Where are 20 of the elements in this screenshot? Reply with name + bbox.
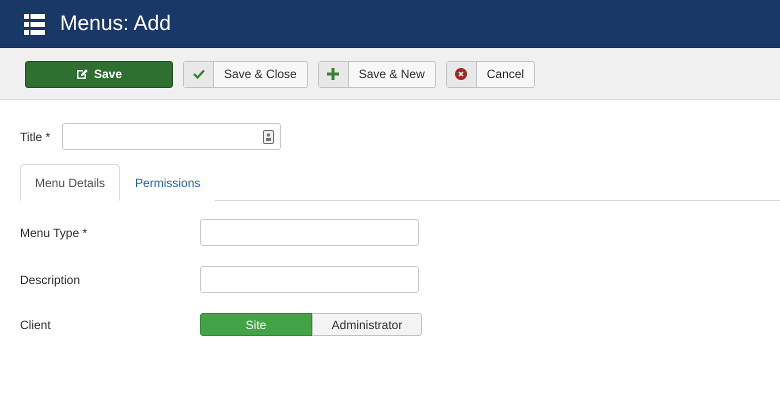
cancel-icon [455,68,468,80]
toggle-option[interactable]: Administrator [312,313,422,336]
field-label: Client [20,318,52,332]
check-icon [192,69,204,79]
contact-card-icon [263,130,274,144]
field-label: Menu Type * [20,226,88,240]
tab[interactable]: Menu Details [20,164,120,201]
plus-icon [327,68,340,80]
save-button[interactable]: Save [25,60,173,88]
cancel-button[interactable]: Cancel [446,60,536,88]
page-title: Menus: Add [60,12,171,36]
title-input-field[interactable] [62,123,282,150]
input-field[interactable] [200,219,419,246]
save-new-button[interactable]: Save & New [318,60,436,88]
edit-icon [76,68,88,80]
save-close-button[interactable]: Save & Close [183,60,308,88]
input-field[interactable] [200,266,419,293]
field-label: Title * [20,130,50,144]
field-label: Description [20,272,82,286]
list-icon [24,14,45,34]
